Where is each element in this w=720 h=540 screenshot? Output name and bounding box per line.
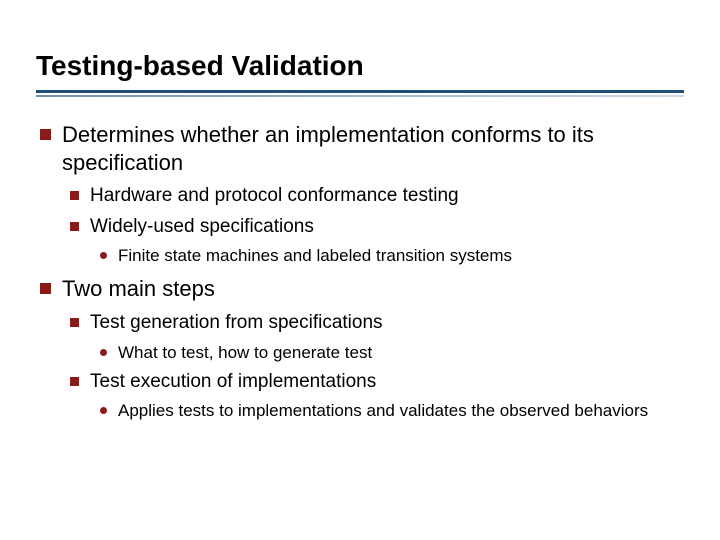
list-item: Widely-used specifications Finite state … bbox=[66, 215, 684, 268]
bullet-text: Test generation from specifications bbox=[90, 312, 383, 333]
bullet-text: Widely-used specifications bbox=[90, 216, 314, 237]
list-item: Hardware and protocol conformance testin… bbox=[66, 184, 684, 209]
bullet-text: Finite state machines and labeled transi… bbox=[118, 246, 512, 265]
list-item: What to test, how to generate test bbox=[96, 342, 684, 364]
bullet-text: What to test, how to generate test bbox=[118, 343, 372, 362]
bullet-text: Test execution of implementations bbox=[90, 371, 376, 392]
bullet-text: Determines whether an implementation con… bbox=[62, 122, 594, 175]
bullet-text: Applies tests to implementations and val… bbox=[118, 401, 648, 420]
list-item: Test execution of implementations Applie… bbox=[66, 370, 684, 423]
list-item: Finite state machines and labeled transi… bbox=[96, 245, 684, 267]
list-item: Determines whether an implementation con… bbox=[36, 121, 684, 267]
slide-title: Testing-based Validation bbox=[36, 50, 684, 93]
list-item: Two main steps Test generation from spec… bbox=[36, 275, 684, 422]
list-item: Test generation from specifications What… bbox=[66, 311, 684, 364]
list-item: Applies tests to implementations and val… bbox=[96, 400, 684, 422]
bullet-list: Determines whether an implementation con… bbox=[36, 121, 684, 423]
bullet-text: Hardware and protocol conformance testin… bbox=[90, 185, 459, 206]
bullet-text: Two main steps bbox=[62, 276, 215, 301]
